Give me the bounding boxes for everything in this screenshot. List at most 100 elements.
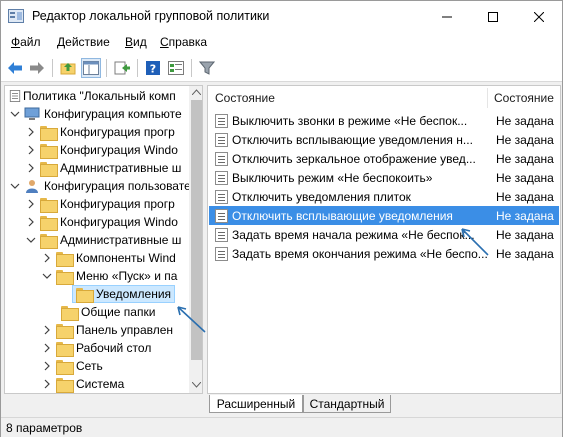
column-header-label: Состояние <box>215 91 275 105</box>
tab-extended[interactable]: Расширенный <box>209 395 303 413</box>
chevron-right-icon[interactable] <box>41 360 53 372</box>
computer-icon <box>24 107 40 120</box>
properties-button[interactable] <box>166 58 186 78</box>
back-button[interactable] <box>5 58 25 78</box>
list-item[interactable]: Отключить зеркальное отображение увед...… <box>209 149 559 168</box>
menu-view[interactable]: Вид <box>125 35 147 49</box>
properties-icon <box>168 61 184 75</box>
list-item[interactable]: Выключить режим «Не беспокоить» Не задан… <box>209 168 559 187</box>
title-bar: Редактор локальной групповой политики <box>1 1 562 32</box>
setting-state: Не задана <box>496 170 554 185</box>
column-header-setting[interactable]: Состояние <box>215 86 485 110</box>
folder-icon <box>56 251 74 267</box>
toolbar-separator <box>52 59 53 77</box>
tree-item-windows-components[interactable]: Компоненты Wind <box>41 249 176 267</box>
tree-selection[interactable]: Уведомления <box>72 285 176 303</box>
tree-item-shared-folders[interactable]: Общие папки <box>46 303 155 321</box>
tree-item-label: Сеть <box>76 359 103 373</box>
chevron-right-icon[interactable] <box>25 126 37 138</box>
tree-item-computer-windows-config[interactable]: Конфигурация Windo <box>25 141 178 159</box>
column-header-state[interactable]: Состояние <box>494 86 560 110</box>
minimize-icon <box>442 16 452 17</box>
setting-name: Задать время начала режима «Не беспок... <box>232 227 475 242</box>
chevron-right-icon[interactable] <box>25 144 37 156</box>
list-item[interactable]: Отключить всплывающие уведомления н... Н… <box>209 130 559 149</box>
tab-standard[interactable]: Стандартный <box>303 395 391 413</box>
chevron-down-icon[interactable] <box>9 180 21 192</box>
list-item-selected[interactable]: Отключить всплывающие уведомления Не зад… <box>209 206 559 225</box>
tree-item-local-computer-policy[interactable]: Политика "Локальный комп <box>9 87 176 105</box>
list-item[interactable]: Выключить звонки в режиме «Не беспок... … <box>209 111 559 130</box>
menu-bar: Файл Действие Вид Справка <box>1 32 562 53</box>
status-text: 8 параметров <box>6 421 83 435</box>
tree-item-system[interactable]: Система <box>41 375 124 393</box>
up-one-level-button[interactable] <box>58 58 78 78</box>
tree-item-computer-configuration[interactable]: Конфигурация компьюте <box>9 105 182 123</box>
policy-setting-icon <box>215 189 228 204</box>
policy-setting-icon <box>215 113 228 128</box>
chevron-right-icon[interactable] <box>25 216 37 228</box>
menu-file-label: айл <box>20 35 41 49</box>
setting-name: Отключить всплывающие уведомления <box>232 208 453 223</box>
export-list-button[interactable] <box>112 58 132 78</box>
menu-help[interactable]: Справка <box>160 35 207 49</box>
column-separator[interactable] <box>487 88 488 108</box>
tree-scrollbar[interactable] <box>189 86 202 393</box>
tree-item-label: Система <box>76 377 125 391</box>
menu-file[interactable]: Файл <box>11 35 41 49</box>
up-folder-icon <box>60 63 76 75</box>
tree-item-label: Административные ш <box>60 233 182 247</box>
tree-item-user-windows-config[interactable]: Конфигурация Windo <box>25 213 178 231</box>
maximize-button[interactable] <box>470 1 516 32</box>
tree-item-user-admin-templates[interactable]: Административные ш <box>25 231 181 249</box>
chevron-right-icon[interactable] <box>41 252 53 264</box>
chevron-right-icon[interactable] <box>25 162 37 174</box>
filter-icon <box>199 61 215 75</box>
menu-action[interactable]: Действие <box>57 35 110 49</box>
help-button[interactable]: ? <box>143 58 163 78</box>
settings-list-pane: Состояние Состояние Выключить звонки в р… <box>207 85 561 394</box>
tree-item-user-configuration[interactable]: Конфигурация пользовате <box>9 177 191 195</box>
setting-state: Не задана <box>496 151 554 166</box>
chevron-right-icon[interactable] <box>41 378 53 390</box>
chevron-right-icon[interactable] <box>41 324 53 336</box>
tree-pane: Политика "Локальный комп Конфигурация ко… <box>4 85 203 394</box>
tree-item-network[interactable]: Сеть <box>41 357 103 375</box>
setting-name: Отключить уведомления плиток <box>232 189 411 204</box>
folder-open-icon <box>56 269 74 285</box>
list-item[interactable]: Задать время начала режима «Не беспок...… <box>209 225 559 244</box>
scroll-up-icon[interactable] <box>192 89 201 95</box>
folder-icon <box>40 161 58 177</box>
column-header-label: Состояние <box>494 91 554 105</box>
tree-item-label: Конфигурация пользовате <box>44 179 191 193</box>
scroll-down-icon[interactable] <box>192 382 201 388</box>
tree-item-user-software-config[interactable]: Конфигурация прогр <box>25 195 175 213</box>
chevron-down-icon[interactable] <box>41 270 53 282</box>
menu-action-label: ействие <box>65 35 110 49</box>
list-item[interactable]: Задать время окончания режима «Не беспо.… <box>209 244 559 263</box>
tree-item-desktop[interactable]: Рабочий стол <box>41 339 151 357</box>
tree-item-start-menu-taskbar[interactable]: Меню «Пуск» и па <box>41 267 177 285</box>
chevron-right-icon[interactable] <box>25 198 37 210</box>
tree-item-computer-admin-templates[interactable]: Административные ш <box>25 159 181 177</box>
tree-item-label: Меню «Пуск» и па <box>76 269 178 283</box>
folder-icon <box>56 359 74 375</box>
chevron-right-icon[interactable] <box>41 342 53 354</box>
tree-item-notifications[interactable]: Уведомления <box>72 285 176 303</box>
tree-scrollbar-thumb[interactable] <box>191 100 202 360</box>
help-icon: ? <box>146 61 160 76</box>
forward-button[interactable] <box>27 58 47 78</box>
folder-icon <box>61 305 79 321</box>
tree-item-control-panel[interactable]: Панель управлен <box>41 321 173 339</box>
tree-item-computer-software-config[interactable]: Конфигурация прогр <box>25 123 175 141</box>
chevron-down-icon[interactable] <box>9 108 21 120</box>
setting-state: Не задана <box>496 132 554 147</box>
show-hide-tree-button[interactable] <box>81 58 101 78</box>
minimize-button[interactable] <box>424 1 470 32</box>
filter-button[interactable] <box>197 58 217 78</box>
toolbar-separator <box>137 59 138 77</box>
close-button[interactable] <box>516 1 562 32</box>
list-item[interactable]: Отключить уведомления плиток Не задана <box>209 187 559 206</box>
chevron-down-icon[interactable] <box>25 234 37 246</box>
